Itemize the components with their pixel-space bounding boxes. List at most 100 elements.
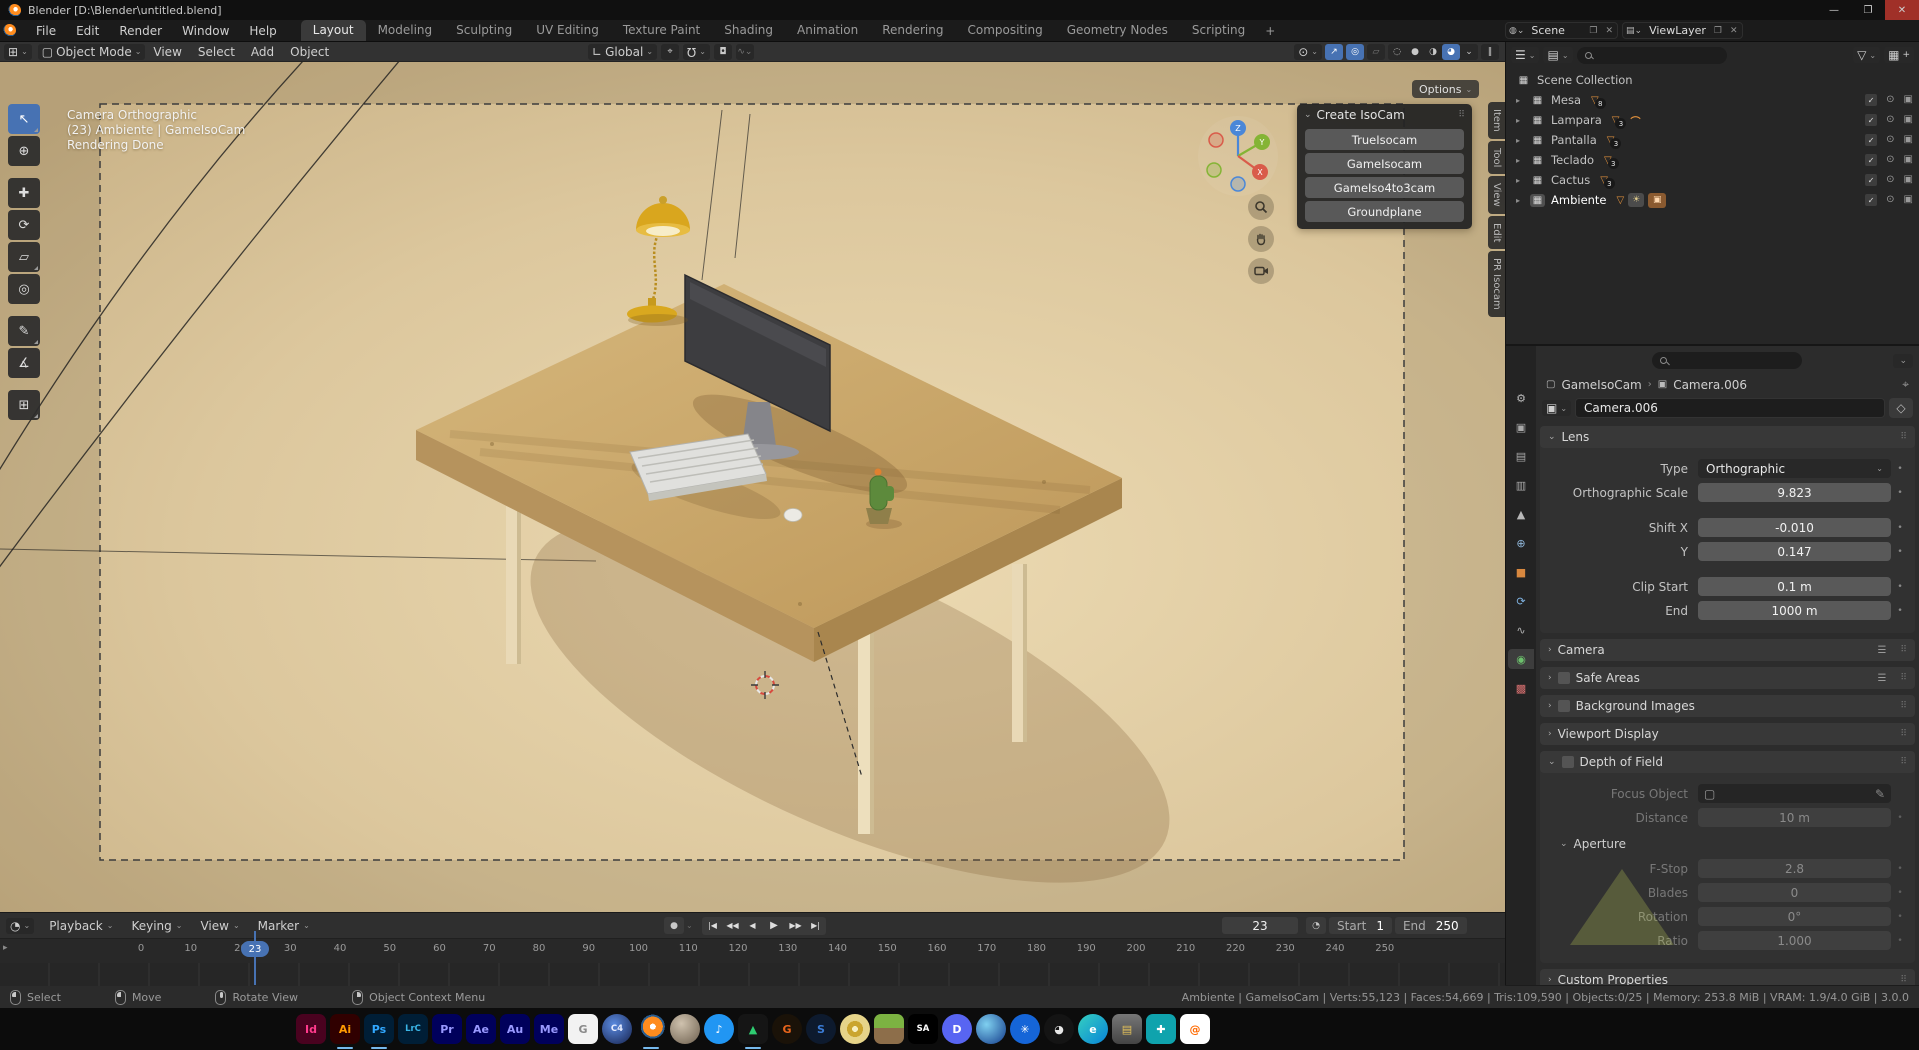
properties-options-button[interactable]: ⌄	[1893, 353, 1913, 368]
orthographic-scale-field[interactable]: 9.823	[1698, 483, 1891, 502]
taskbar-icon[interactable]: C4	[602, 1014, 632, 1044]
drag-handle-icon[interactable]: ⠿	[1900, 432, 1907, 442]
tool-button[interactable]: ⊞	[8, 390, 40, 420]
taskbar-icon[interactable]: ◕	[1044, 1014, 1074, 1044]
scene-selector[interactable]: ◍⌄ Scene ❐ ✕	[1505, 22, 1619, 39]
properties-tab[interactable]: ⊕	[1508, 533, 1534, 553]
hide-viewport-toggle[interactable]: ⊙	[1886, 174, 1894, 186]
properties-tab[interactable]: ▥	[1508, 475, 1534, 495]
fstop-field[interactable]: 2.8	[1698, 859, 1891, 878]
playhead-line[interactable]	[254, 931, 256, 985]
workspace-tab[interactable]: Rendering	[870, 20, 955, 41]
tool-button[interactable]: ⊕	[8, 136, 40, 166]
taskbar-icon[interactable]: SA	[908, 1014, 938, 1044]
properties-tab[interactable]: ⚙	[1508, 388, 1534, 408]
taskbar-icon[interactable]: Ai	[330, 1014, 360, 1049]
rotation-field[interactable]: 0°	[1698, 907, 1891, 926]
outliner-row[interactable]: ▸ ▦ Cactus ▽ 3 ⌒ ☀ ▣ ✓ ⊙ ▣	[1506, 170, 1919, 190]
delete-scene-button[interactable]: ✕	[1601, 26, 1617, 36]
outliner-filter-id[interactable]: ▤ ⌄	[1543, 47, 1573, 63]
timeline-editor-type-button[interactable]: ◔ ⌄	[6, 917, 35, 934]
transport-button[interactable]: ▶|	[806, 918, 825, 934]
taskbar-icon[interactable]: Ps	[364, 1014, 394, 1049]
viewport-menu[interactable]: Object	[282, 45, 337, 59]
sidebar-tab[interactable]: View	[1488, 176, 1505, 214]
presets-icon[interactable]: ☰	[1877, 645, 1886, 656]
snap-controls[interactable]: Ω ⌄	[683, 43, 710, 60]
taskbar-icon[interactable]: e	[1078, 1014, 1108, 1044]
xray-toggle[interactable]: ▱	[1367, 43, 1385, 60]
workspace-tab[interactable]: UV Editing	[524, 20, 611, 41]
properties-tab[interactable]: ◉	[1508, 649, 1534, 669]
taskbar-icon[interactable]: LrC	[398, 1014, 428, 1044]
shift-x-field[interactable]: -0.010	[1698, 518, 1891, 537]
properties-tab[interactable]: ▲	[1508, 504, 1534, 524]
shading-wireframe-button[interactable]: ◌	[1388, 43, 1406, 60]
exclude-checkbox[interactable]: ✓	[1865, 194, 1878, 206]
menubar-item[interactable]: File	[26, 20, 66, 41]
viewlayer-name[interactable]: ViewLayer	[1645, 24, 1710, 37]
outliner-display-mode[interactable]: ☰ ⌄	[1511, 47, 1540, 63]
clip-end-field[interactable]: 1000 m	[1698, 601, 1891, 620]
options-button[interactable]: Options ⌄	[1412, 80, 1480, 98]
taskbar-icon[interactable]: @	[1180, 1014, 1210, 1044]
end-frame-field[interactable]: End 250	[1394, 917, 1467, 934]
taskbar-icon[interactable]: ✚	[1146, 1014, 1176, 1044]
exclude-checkbox[interactable]: ✓	[1865, 114, 1878, 126]
workspace-tab[interactable]: Animation	[785, 20, 870, 41]
taskbar-icon[interactable]: ▤	[1112, 1014, 1142, 1044]
tool-button[interactable]: ▱	[8, 242, 40, 272]
drag-handle-icon[interactable]: ⠿	[1458, 110, 1465, 120]
viewlayer-selector[interactable]: ▤⌄ ViewLayer ❐ ✕	[1622, 22, 1743, 39]
safe-areas-checkbox[interactable]	[1557, 672, 1570, 684]
pause-render-button[interactable]: ‖	[1481, 43, 1499, 60]
lens-type-dropdown[interactable]: Orthographic ⌄	[1698, 459, 1891, 478]
properties-tab[interactable]: ▤	[1508, 446, 1534, 466]
presets-icon[interactable]: ☰	[1877, 673, 1886, 684]
pan-button[interactable]	[1248, 226, 1274, 252]
hide-viewport-toggle[interactable]: ⊙	[1886, 134, 1894, 146]
expand-icon[interactable]: ▸	[1516, 136, 1530, 145]
properties-tab[interactable]: ▣	[1508, 417, 1534, 437]
pivot-point-button[interactable]: ⌖	[661, 43, 680, 60]
shading-rendered-button[interactable]: ◕	[1442, 43, 1460, 60]
workspace-tab[interactable]: Layout	[300, 20, 366, 41]
isocam-button[interactable]: GameIso4to3cam	[1305, 177, 1464, 198]
taskbar-icon[interactable]: ▲	[738, 1014, 768, 1049]
mode-dropdown[interactable]: ▢ Object Mode ⌄	[37, 43, 146, 60]
scene-collection-row[interactable]: ▦ Scene Collection	[1506, 70, 1919, 90]
taskbar-icon[interactable]	[976, 1014, 1006, 1044]
hide-viewport-toggle[interactable]: ⊙	[1886, 154, 1894, 166]
taskbar-icon[interactable]	[636, 1014, 666, 1049]
exclude-checkbox[interactable]: ✓	[1865, 154, 1878, 166]
hide-viewport-toggle[interactable]: ⊙	[1886, 94, 1894, 106]
workspace-tab[interactable]: Compositing	[955, 20, 1054, 41]
outliner-filter-button[interactable]: ▽ ⌄	[1853, 47, 1881, 63]
taskbar-icon[interactable]: Au	[500, 1014, 530, 1044]
outliner-row[interactable]: ▸ ▦ Mesa ▽ 8 ⌒ ☀ ▣ ✓ ⊙ ▣	[1506, 90, 1919, 110]
timeline-menu[interactable]: View ⌄	[191, 919, 248, 933]
disable-render-toggle[interactable]: ▣	[1904, 134, 1913, 146]
outliner-row[interactable]: ▸ ▦ Teclado ▽ 3 ⌒ ☀ ▣ ✓ ⊙ ▣	[1506, 150, 1919, 170]
create-isocam-header[interactable]: ⌄ Create IsoCam ⠿	[1297, 104, 1472, 126]
close-button[interactable]: ✕	[1885, 0, 1919, 20]
data-name-field[interactable]: Camera.006	[1575, 398, 1885, 418]
scene-name[interactable]: Scene	[1527, 24, 1585, 37]
taskbar-icon[interactable]	[840, 1014, 870, 1044]
taskbar-icon[interactable]: Me	[534, 1014, 564, 1044]
taskbar-icon[interactable]: Pr	[432, 1014, 462, 1044]
workspace-tab[interactable]: Scripting	[1180, 20, 1257, 41]
dof-checkbox[interactable]	[1561, 756, 1574, 768]
dof-panel-header[interactable]: ⌄ Depth of Field ⠿	[1540, 751, 1915, 773]
exclude-checkbox[interactable]: ✓	[1865, 174, 1878, 186]
isocam-button[interactable]: GameIsocam	[1305, 153, 1464, 174]
tool-button[interactable]: ↖	[8, 104, 40, 134]
playhead[interactable]: 23	[241, 941, 269, 957]
camera-view-button[interactable]	[1248, 258, 1274, 284]
overlays-toggle[interactable]: ◎	[1346, 43, 1364, 60]
timeline-track[interactable]	[0, 963, 1505, 986]
aperture-subsection[interactable]: ⌄ Aperture	[1540, 831, 1915, 855]
eyedropper-icon[interactable]: ✎	[1875, 787, 1885, 801]
pin-icon[interactable]: ⌖	[1902, 377, 1909, 392]
visibility-dropdown[interactable]: ⊙ ⌄	[1294, 43, 1322, 60]
